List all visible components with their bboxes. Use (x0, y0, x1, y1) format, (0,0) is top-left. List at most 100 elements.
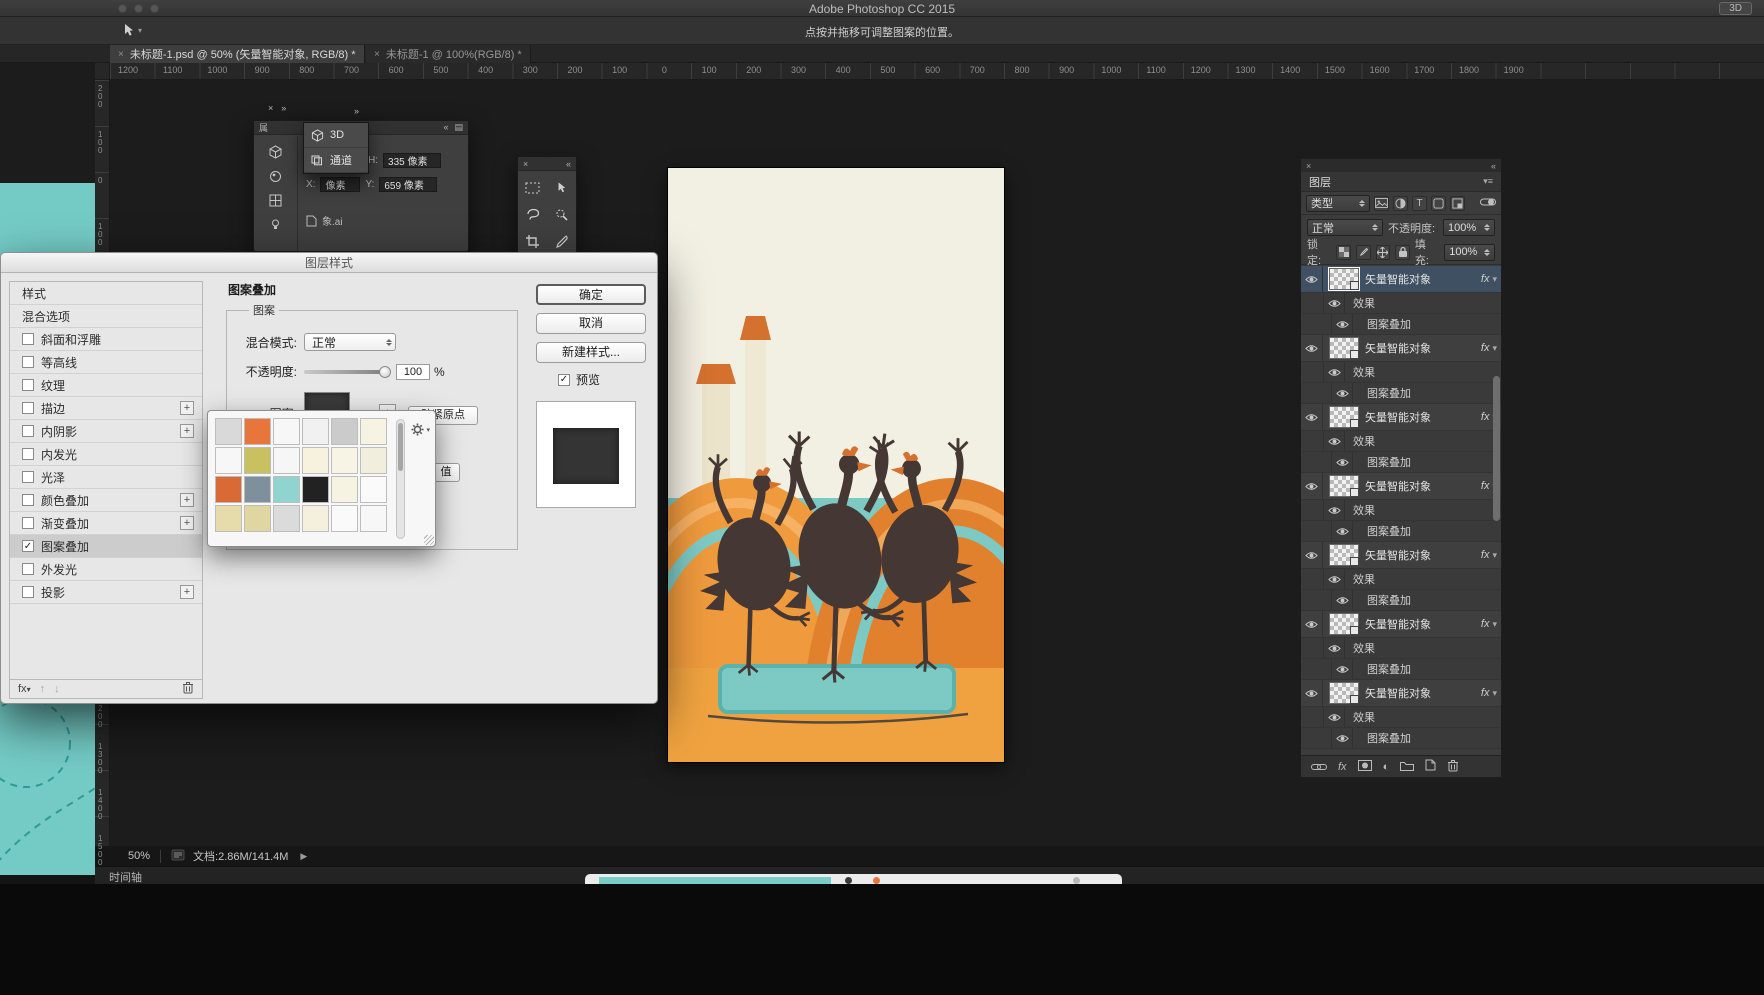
mesh-icon[interactable] (267, 192, 285, 208)
style-item-checkbox[interactable] (22, 356, 34, 368)
pattern-swatch[interactable] (331, 447, 358, 474)
layer-fx-badge[interactable]: fx (1481, 411, 1490, 423)
layer-name[interactable]: 矢量智能对象 (1365, 271, 1478, 287)
layer-name[interactable]: 矢量智能对象 (1365, 685, 1478, 701)
preview-checkbox-row[interactable]: ✓ 预览 (558, 371, 654, 388)
style-list-item[interactable]: 内发光 (10, 443, 202, 466)
add-layer-mask-icon[interactable] (1358, 760, 1372, 774)
document-tab-2[interactable]: × 未标题-1 @ 100%(RGB/8) * (366, 45, 531, 63)
effects-visibility-toggle[interactable] (1323, 293, 1345, 313)
move-tool-grid-icon[interactable] (547, 174, 576, 201)
style-item-checkbox[interactable]: ✓ (22, 540, 34, 552)
panel-close-collapse-glyphs[interactable]: ×» (268, 103, 294, 113)
lasso-tool-icon[interactable] (518, 201, 547, 228)
layer-effects-expander[interactable]: ▾ (1492, 274, 1497, 285)
layer-effect-item-row[interactable]: 图案叠加 (1301, 314, 1501, 335)
layer-visibility-toggle[interactable] (1301, 335, 1323, 361)
effect-visibility-toggle[interactable] (1331, 383, 1353, 403)
effects-label[interactable]: 效果 (1353, 433, 1375, 449)
effect-item-label[interactable]: 图案叠加 (1367, 730, 1411, 746)
style-add-instance-button[interactable]: + (180, 493, 194, 507)
lock-pixels-icon[interactable] (1356, 245, 1371, 260)
style-list-item[interactable]: 外发光 (10, 558, 202, 581)
crop-tool-icon[interactable] (518, 228, 547, 255)
effects-label[interactable]: 效果 (1353, 709, 1375, 725)
eyedropper-tool-icon[interactable] (547, 228, 576, 255)
layer-visibility-toggle[interactable] (1301, 266, 1323, 292)
style-item-checkbox[interactable] (22, 379, 34, 391)
zoom-level-field[interactable]: 50% (128, 850, 150, 862)
opacity-select[interactable]: 100% (1443, 219, 1495, 236)
effects-label[interactable]: 效果 (1353, 364, 1375, 380)
effect-visibility-toggle[interactable] (1331, 728, 1353, 748)
add-layer-style-icon[interactable]: fx (1338, 761, 1347, 773)
layer-name[interactable]: 矢量智能对象 (1365, 547, 1478, 563)
document-tab-1[interactable]: × 未标题-1.psd @ 50% (矢量智能对象, RGB/8) * (110, 45, 365, 63)
layer-name[interactable]: 矢量智能对象 (1365, 616, 1478, 632)
panel-menu-icon[interactable]: ▾≡ (1483, 176, 1493, 187)
style-list-item[interactable]: 等高线 (10, 351, 202, 374)
layer-row[interactable]: 矢量智能对象fx▾ (1301, 473, 1501, 500)
effect-item-label[interactable]: 图案叠加 (1367, 592, 1411, 608)
effect-item-label[interactable]: 图案叠加 (1367, 523, 1411, 539)
preview-checkbox[interactable]: ✓ (558, 374, 570, 386)
panel-menu-icon[interactable]: ▤ (454, 122, 463, 133)
cancel-button[interactable]: 取消 (536, 313, 646, 334)
layer-effects-row[interactable]: 效果 (1301, 500, 1501, 521)
layer-effect-item-row[interactable]: 图案叠加 (1301, 590, 1501, 611)
layer-effects-row[interactable]: 效果 (1301, 293, 1501, 314)
layer-row[interactable]: 矢量智能对象fx▾ (1301, 680, 1501, 707)
add-effect-button[interactable]: fx▾ (18, 683, 31, 695)
status-flyout-arrow[interactable]: ▶ (300, 851, 307, 862)
close-panel-icon[interactable]: × (1306, 161, 1311, 171)
layer-effects-row[interactable]: 效果 (1301, 569, 1501, 590)
layer-fx-badge[interactable]: fx (1481, 342, 1490, 354)
layer-visibility-toggle[interactable] (1301, 473, 1323, 499)
pattern-swatch[interactable] (302, 476, 329, 503)
collapse-panel-icon[interactable]: « (566, 159, 571, 169)
menu-item-3d[interactable]: 3D (304, 123, 368, 148)
y-field[interactable]: 659 像素 (379, 177, 437, 192)
pattern-swatch[interactable] (244, 476, 271, 503)
pattern-swatch[interactable] (360, 476, 387, 503)
effect-visibility-toggle[interactable] (1331, 314, 1353, 334)
style-list-item[interactable]: 颜色叠加+ (10, 489, 202, 512)
lock-transparency-icon[interactable] (1336, 245, 1351, 260)
pattern-swatch[interactable] (215, 447, 242, 474)
quick-selection-tool-icon[interactable] (547, 201, 576, 228)
effects-visibility-toggle[interactable] (1323, 569, 1345, 589)
layer-row[interactable]: 矢量智能对象fx▾ (1301, 266, 1501, 293)
effect-item-label[interactable]: 图案叠加 (1367, 385, 1411, 401)
effects-visibility-toggle[interactable] (1323, 500, 1345, 520)
layer-effects-row[interactable]: 效果 (1301, 362, 1501, 383)
style-list-item[interactable]: ✓图案叠加 (10, 535, 202, 558)
ruler-origin-corner[interactable] (95, 63, 110, 80)
pattern-swatch[interactable] (302, 505, 329, 532)
pattern-settings-gear-icon[interactable]: ▾ (411, 423, 430, 436)
lock-position-icon[interactable] (1376, 245, 1391, 260)
style-item-checkbox[interactable] (22, 563, 34, 575)
new-group-icon[interactable] (1400, 760, 1414, 774)
panel-tab-fragment[interactable]: 属 (259, 121, 268, 134)
popup-resize-grip[interactable] (424, 535, 434, 545)
close-tab-icon[interactable]: × (374, 49, 380, 60)
close-tab-icon[interactable]: × (118, 49, 124, 60)
pattern-swatch[interactable] (273, 476, 300, 503)
effects-label[interactable]: 效果 (1353, 640, 1375, 656)
layer-fx-badge[interactable]: fx (1481, 687, 1490, 699)
pattern-swatch[interactable] (215, 418, 242, 445)
layer-effect-item-row[interactable]: 图案叠加 (1301, 659, 1501, 680)
pattern-swatch[interactable] (244, 505, 271, 532)
filter-adjustment-layers-icon[interactable] (1393, 196, 1408, 211)
layers-tab[interactable]: 图层 (1309, 174, 1331, 190)
layer-effects-row[interactable]: 效果 (1301, 638, 1501, 659)
style-list-item[interactable]: 内阴影+ (10, 420, 202, 443)
opacity-slider[interactable] (304, 370, 386, 374)
filter-shape-layers-icon[interactable] (1431, 196, 1446, 211)
blend-mode-select[interactable]: 正常 (1307, 219, 1383, 236)
timeline-tab[interactable]: 时间轴 (109, 869, 142, 885)
effects-visibility-toggle[interactable] (1323, 707, 1345, 727)
fill-select[interactable]: 100% (1444, 244, 1495, 261)
effect-visibility-toggle[interactable] (1331, 521, 1353, 541)
pattern-swatch[interactable] (244, 418, 271, 445)
